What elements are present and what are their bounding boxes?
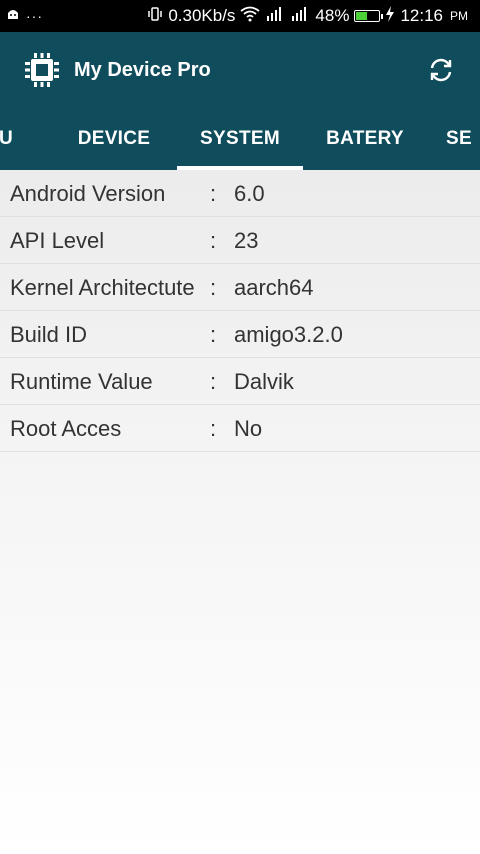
- network-speed: 0.30Kb/s: [168, 6, 236, 25]
- tab-sensor[interactable]: SE: [446, 108, 480, 170]
- row-separator: :: [210, 416, 217, 441]
- signal-icon-sim2: [290, 6, 310, 27]
- app-title: My Device Pro: [74, 58, 211, 81]
- tab-cpu[interactable]: U: [0, 108, 24, 170]
- tab-label: SYSTEM: [200, 128, 280, 149]
- info-row-api-level: API Level : 23: [0, 217, 480, 264]
- row-value: amigo3.2.0: [234, 322, 343, 347]
- wifi-icon: [240, 6, 260, 27]
- info-row-build-id: Build ID : amigo3.2.0: [0, 311, 480, 358]
- row-value: 6.0: [234, 181, 265, 206]
- battery-icon: [354, 10, 384, 22]
- row-label: Runtime Value: [10, 369, 153, 394]
- android-icon: [6, 6, 20, 26]
- status-bar: ··· 0.30Kb/s 48% 12:16 PM: [0, 0, 480, 32]
- row-label: Android Version: [10, 181, 166, 206]
- clock-ampm: PM: [450, 9, 468, 23]
- battery-level: [356, 12, 367, 20]
- chip-icon: [24, 52, 60, 88]
- row-separator: :: [210, 275, 217, 300]
- row-value: 23: [234, 228, 259, 253]
- tab-label: U: [0, 128, 14, 149]
- charging-icon: [385, 5, 395, 27]
- info-row-kernel-architecture: Kernel Architectute : aarch64: [0, 264, 480, 311]
- status-left: ···: [6, 6, 43, 26]
- row-value: Dalvik: [234, 369, 294, 394]
- row-label: Kernel Architectute: [10, 275, 195, 300]
- row-label: API Level: [10, 228, 105, 253]
- tab-bar: U DEVICE SYSTEM BATERY SE: [0, 108, 480, 170]
- tab-label: DEVICE: [77, 128, 151, 149]
- tab-device[interactable]: DEVICE: [50, 108, 178, 170]
- refresh-icon[interactable]: [426, 55, 456, 85]
- tab-label: BATERY: [326, 128, 404, 149]
- system-info-list: Android Version : 6.0 API Level : 23 Ker…: [0, 170, 480, 854]
- app-bar: My Device Pro: [0, 32, 480, 108]
- info-row-runtime-value: Runtime Value : Dalvik: [0, 358, 480, 405]
- clock-time: 12:16: [400, 6, 443, 25]
- row-separator: :: [210, 369, 217, 394]
- info-row-root-access: Root Acces : No: [0, 405, 480, 452]
- info-row-android-version: Android Version : 6.0: [0, 170, 480, 217]
- signal-icon-sim1: [265, 6, 285, 27]
- more-notifications: ···: [26, 8, 43, 24]
- row-value: No: [234, 416, 263, 441]
- row-separator: :: [210, 322, 217, 347]
- row-label: Build ID: [10, 322, 88, 347]
- row-separator: :: [210, 228, 217, 253]
- tab-system[interactable]: SYSTEM: [177, 108, 303, 170]
- battery-percent: 48%: [315, 6, 350, 25]
- row-value: aarch64: [234, 275, 314, 300]
- row-label: Root Acces: [10, 416, 122, 441]
- tab-label: SE: [446, 128, 472, 149]
- row-separator: :: [210, 181, 217, 206]
- vibrate-icon: [147, 6, 163, 27]
- status-right: 0.30Kb/s 48% 12:16 PM: [147, 5, 468, 27]
- tab-battery[interactable]: BATERY: [303, 108, 427, 170]
